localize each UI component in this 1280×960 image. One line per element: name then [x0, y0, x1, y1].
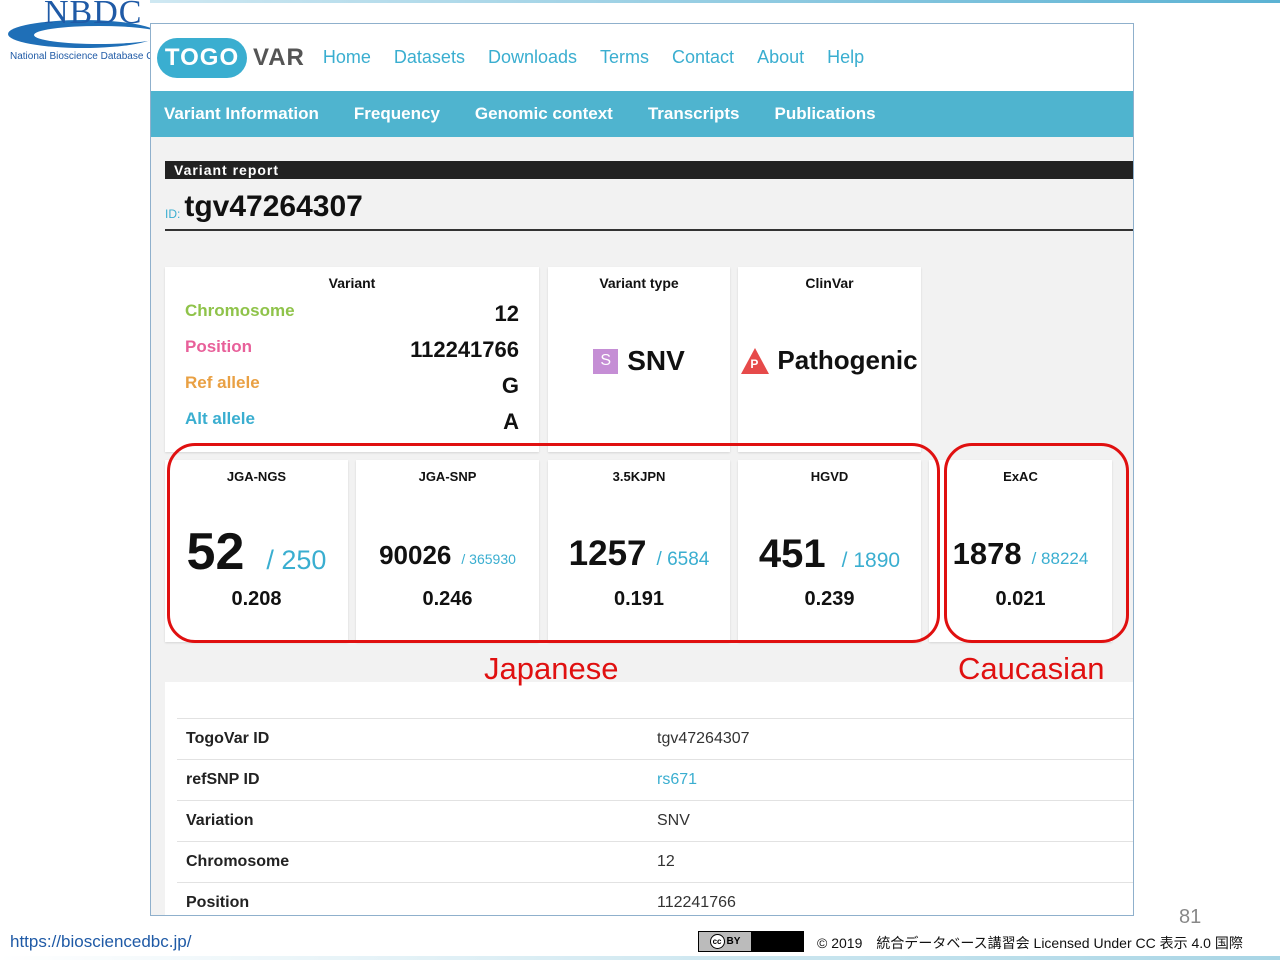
snv-badge-icon: S	[593, 348, 619, 374]
table-key: refSNP ID	[186, 771, 260, 788]
table-value: tgv47264307	[657, 730, 750, 747]
bottom-accent-strip	[0, 956, 1280, 960]
tab-transcripts[interactable]: Transcripts	[648, 104, 740, 124]
slide: NBDC National Bioscience Database Center…	[0, 0, 1280, 960]
row-key: Chromosome	[185, 301, 295, 320]
variant-card-title: Variant	[328, 275, 376, 291]
row-value: A	[503, 409, 519, 434]
tab-genomic-context[interactable]: Genomic context	[475, 104, 613, 124]
row-value: 12	[494, 301, 519, 326]
clinvar-title: ClinVar	[805, 275, 854, 291]
nbdc-subtitle: National Bioscience Database Center	[10, 51, 154, 62]
variant-id: tgv47264307	[184, 190, 363, 223]
table-value: SNV	[657, 812, 690, 829]
table-row: Position 112241766	[177, 882, 1133, 915]
variant-type-text: SNV	[627, 345, 685, 376]
caucasian-highlight-box	[944, 443, 1129, 643]
japanese-highlight-box	[167, 443, 940, 643]
variant-row-ref-allele: Ref allele G	[185, 373, 519, 399]
table-row: Variation SNV	[177, 800, 1133, 841]
page-number: 81	[1179, 906, 1202, 928]
variant-details-table: TogoVar ID tgv47264307 refSNP ID rs671 V…	[165, 682, 1133, 915]
license-text: © 2019 統合データベース講習会 Licensed Under CC 表示 …	[817, 935, 1243, 951]
section-title: Variant report	[165, 161, 1133, 179]
japanese-label: Japanese	[484, 651, 619, 686]
nbdc-logo-text: NBDC	[44, 0, 143, 31]
top-nav: Home Datasets Downloads Terms Contact Ab…	[323, 47, 887, 68]
top-accent-line	[150, 0, 1280, 3]
table-key: Position	[186, 894, 250, 911]
clinvar-significance: Pathogenic	[777, 345, 918, 375]
cc-by-label: BY	[726, 936, 741, 947]
caucasian-label: Caucasian	[958, 651, 1105, 686]
row-key: Alt allele	[185, 409, 255, 428]
nav-datasets[interactable]: Datasets	[394, 47, 465, 68]
row-value: G	[501, 373, 519, 398]
id-label: ID:	[165, 207, 181, 221]
variant-row-chromosome: Chromosome 12	[185, 301, 519, 327]
tab-frequency[interactable]: Frequency	[354, 104, 440, 124]
variant-card: Variant Chromosome 12 Position 112241766…	[165, 267, 539, 452]
logo-var: VAR	[253, 43, 305, 71]
nav-home[interactable]: Home	[323, 47, 371, 68]
nbdc-logo: NBDC National Bioscience Database Center	[4, 0, 164, 66]
row-value: 112241766	[410, 337, 519, 362]
table-row: TogoVar ID tgv47264307	[177, 718, 1133, 759]
footer-url[interactable]: https://biosciencedbc.jp/	[10, 932, 191, 952]
nav-downloads[interactable]: Downloads	[488, 47, 577, 68]
row-key: Position	[185, 337, 253, 356]
tab-publications[interactable]: Publications	[774, 104, 875, 124]
table-row: Chromosome 12	[177, 841, 1133, 882]
clinvar-card: ClinVar P Pathogenic	[738, 267, 921, 452]
nav-contact[interactable]: Contact	[672, 47, 734, 68]
table-value: 112241766	[657, 894, 736, 911]
nav-about[interactable]: About	[757, 47, 804, 68]
variant-type-value: S SNV	[548, 345, 730, 377]
nav-help[interactable]: Help	[827, 47, 864, 68]
cc-icon: cc	[709, 934, 725, 949]
refsnp-link[interactable]: rs671	[657, 771, 697, 789]
variant-type-card: Variant type S SNV	[548, 267, 730, 452]
table-value: 12	[657, 853, 675, 870]
table-key: Chromosome	[186, 853, 290, 870]
table-key: Variation	[186, 812, 254, 829]
togovar-logo[interactable]: TOGO VAR	[157, 37, 305, 78]
tab-variant-information[interactable]: Variant Information	[164, 104, 319, 124]
table-row: refSNP ID rs671	[177, 759, 1133, 800]
variant-id-row: ID: tgv47264307	[165, 190, 1133, 231]
row-key: Ref allele	[185, 373, 260, 392]
logo-togo: TOGO	[157, 37, 247, 78]
cc-by-badge: cc BY	[698, 931, 804, 952]
variant-row-position: Position 112241766	[185, 337, 519, 363]
variant-type-title: Variant type	[599, 275, 679, 291]
app-header: TOGO VAR Home Datasets Downloads Terms C…	[151, 24, 1133, 91]
clinvar-value[interactable]: P Pathogenic	[738, 345, 921, 376]
variant-row-alt-allele: Alt allele A	[185, 409, 519, 435]
table-key: TogoVar ID	[186, 730, 270, 747]
section-nav: Variant Information Frequency Genomic co…	[151, 91, 1133, 137]
nav-terms[interactable]: Terms	[600, 47, 649, 68]
pathogenic-warning-icon: P	[741, 347, 770, 374]
